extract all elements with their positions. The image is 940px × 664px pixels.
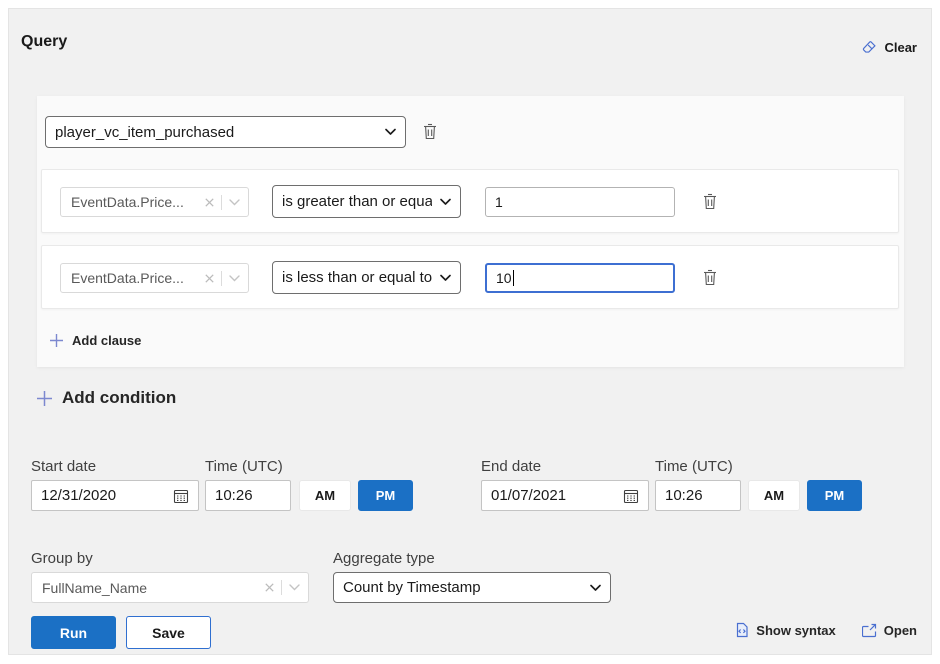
eraser-icon: [862, 40, 877, 55]
clause-operator-value: is greater than or equal to: [282, 193, 432, 210]
divider: [221, 271, 222, 286]
plus-icon: [37, 391, 52, 406]
clear-label: Clear: [884, 40, 917, 55]
add-condition-label: Add condition: [62, 388, 176, 408]
clause-row: EventData.Price... is greater than or eq…: [41, 169, 899, 233]
start-time-input[interactable]: 10:26: [205, 480, 291, 511]
open-in-new-icon: [862, 623, 877, 638]
delete-clause-button[interactable]: [703, 269, 717, 286]
clause-value-input[interactable]: 1: [485, 187, 675, 217]
start-time-label: Time (UTC): [205, 458, 283, 475]
chevron-down-icon: [440, 274, 451, 281]
dismiss-icon[interactable]: [265, 583, 274, 592]
trash-icon: [423, 123, 437, 140]
chevron-down-icon[interactable]: [229, 199, 240, 206]
end-time-input[interactable]: 10:26: [655, 480, 741, 511]
start-time-value: 10:26: [215, 487, 253, 504]
clause-operator-select[interactable]: is greater than or equal to: [272, 185, 461, 218]
show-syntax-button[interactable]: Show syntax: [735, 622, 835, 638]
end-time-label: Time (UTC): [655, 458, 733, 475]
clause-field-value: EventData.Price...: [71, 194, 205, 210]
chevron-down-icon: [385, 129, 396, 136]
end-pm-button[interactable]: PM: [807, 480, 862, 511]
trash-icon: [703, 269, 717, 286]
calendar-icon[interactable]: [623, 488, 639, 504]
open-label: Open: [884, 623, 917, 638]
group-by-label: Group by: [31, 550, 93, 567]
event-select[interactable]: player_vc_item_purchased: [45, 116, 406, 148]
trash-icon: [703, 193, 717, 210]
delete-condition-button[interactable]: [423, 123, 437, 140]
page-title: Query: [21, 33, 67, 51]
add-clause-button[interactable]: Add clause: [50, 333, 141, 348]
show-syntax-label: Show syntax: [756, 623, 835, 638]
start-date-input[interactable]: 12/31/2020: [31, 480, 199, 511]
clause-value-text: 1: [495, 194, 503, 210]
group-by-value: FullName_Name: [42, 580, 265, 596]
end-time-value: 10:26: [665, 487, 703, 504]
clause-value-input[interactable]: 10: [485, 263, 675, 293]
save-button[interactable]: Save: [126, 616, 211, 649]
delete-clause-button[interactable]: [703, 193, 717, 210]
end-date-label: End date: [481, 458, 541, 475]
run-button[interactable]: Run: [31, 616, 116, 649]
end-am-button[interactable]: AM: [748, 480, 800, 511]
add-condition-button[interactable]: Add condition: [37, 388, 176, 408]
start-pm-button[interactable]: PM: [358, 480, 413, 511]
clause-value-text: 10: [496, 270, 512, 286]
code-file-icon: [735, 622, 749, 638]
chevron-down-icon[interactable]: [229, 275, 240, 282]
chevron-down-icon: [440, 198, 451, 205]
condition-card: player_vc_item_purchased EventData.Price…: [37, 96, 904, 367]
end-date-input[interactable]: 01/07/2021: [481, 480, 649, 511]
event-select-value: player_vc_item_purchased: [55, 124, 234, 141]
divider: [281, 580, 282, 595]
query-builder-page: Query Clear player_vc_item_purchased: [0, 0, 940, 664]
open-button[interactable]: Open: [862, 623, 917, 638]
chevron-down-icon[interactable]: [289, 584, 300, 591]
start-am-button[interactable]: AM: [299, 480, 351, 511]
start-date-label: Start date: [31, 458, 96, 475]
clause-field-combobox[interactable]: EventData.Price...: [60, 263, 249, 293]
plus-icon: [50, 334, 63, 347]
text-caret: [513, 270, 514, 286]
dismiss-icon[interactable]: [205, 198, 214, 207]
aggregate-type-select[interactable]: Count by Timestamp: [333, 572, 611, 603]
chevron-down-icon: [590, 584, 601, 591]
group-by-combobox[interactable]: FullName_Name: [31, 572, 309, 603]
end-date-value: 01/07/2021: [491, 487, 566, 504]
query-panel: Query Clear player_vc_item_purchased: [8, 8, 932, 655]
add-clause-label: Add clause: [72, 333, 141, 348]
aggregate-type-value: Count by Timestamp: [343, 579, 481, 596]
dismiss-icon[interactable]: [205, 274, 214, 283]
clause-field-combobox[interactable]: EventData.Price...: [60, 187, 249, 217]
aggregate-type-label: Aggregate type: [333, 550, 435, 567]
start-date-value: 12/31/2020: [41, 487, 116, 504]
clause-field-value: EventData.Price...: [71, 270, 205, 286]
footer-links: Show syntax Open: [735, 622, 917, 638]
clear-button[interactable]: Clear: [862, 40, 917, 55]
clause-operator-select[interactable]: is less than or equal to: [272, 261, 461, 294]
calendar-icon[interactable]: [173, 488, 189, 504]
divider: [221, 195, 222, 210]
clause-row: EventData.Price... is less than or equal…: [41, 245, 899, 309]
clause-operator-value: is less than or equal to: [282, 269, 432, 286]
